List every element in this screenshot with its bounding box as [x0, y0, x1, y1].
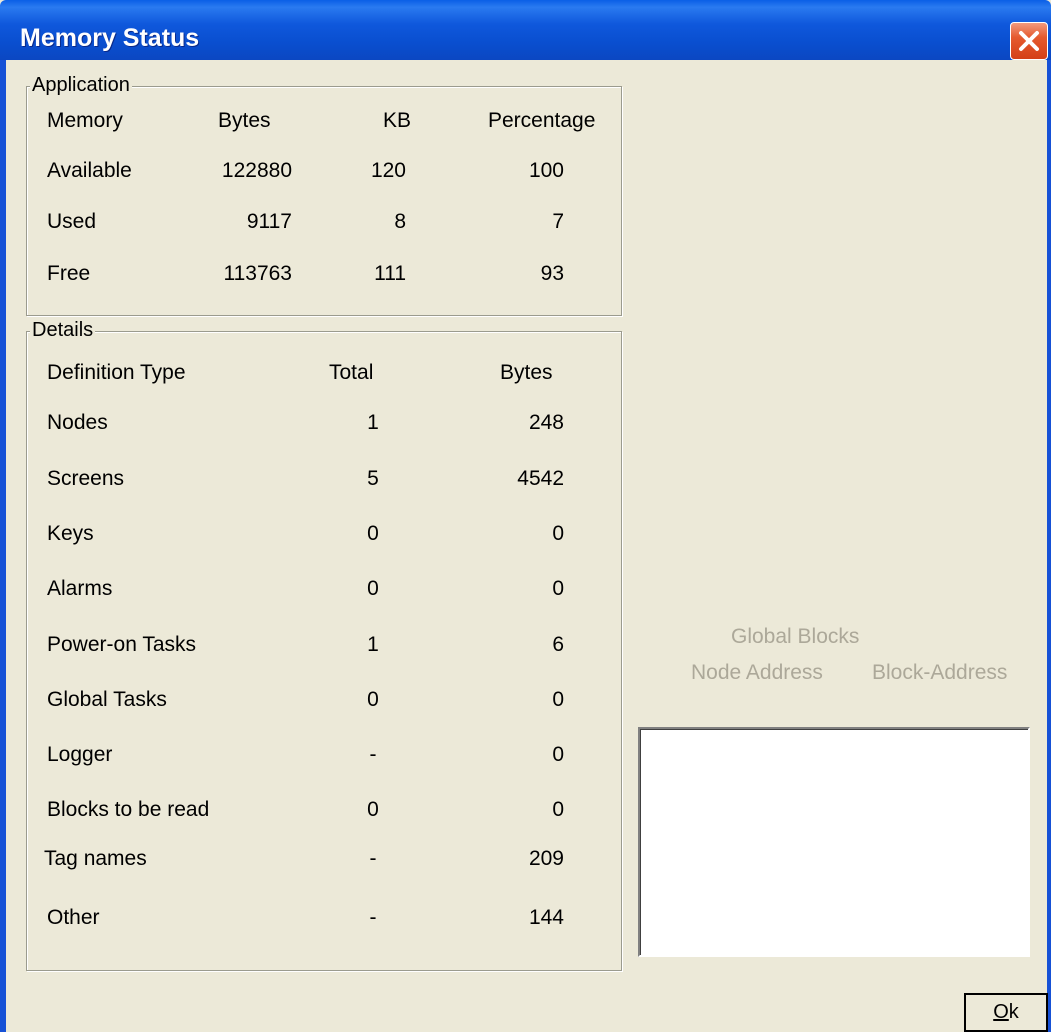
application-group-label: Application — [30, 74, 132, 96]
details-header-type: Definition Type — [47, 361, 186, 384]
app-header-percentage: Percentage — [488, 109, 596, 132]
app-row-percentage: 7 — [552, 210, 564, 233]
app-row-bytes: 9117 — [246, 210, 292, 233]
details-row-bytes: 4542 — [517, 467, 564, 490]
details-row-total: 0 — [367, 522, 379, 545]
details-header-bytes: Bytes — [500, 361, 553, 384]
details-row-type: Global Tasks — [47, 688, 167, 711]
details-row-bytes: 248 — [528, 411, 564, 434]
details-row-total: 0 — [367, 798, 379, 821]
details-group-label: Details — [30, 319, 96, 341]
details-row-type: Blocks to be read — [47, 798, 210, 821]
app-row-kb: 8 — [394, 210, 406, 233]
window-right-border — [1047, 60, 1051, 1032]
details-row-type: Keys — [47, 522, 94, 545]
app-header-kb: KB — [383, 109, 412, 132]
details-row-bytes: 6 — [552, 633, 564, 656]
details-row-type: Other — [47, 906, 100, 929]
memory-status-dialog: Memory Status Application Memory Bytes K… — [0, 0, 1051, 1032]
details-row-type: Tag names — [44, 847, 147, 870]
close-icon — [1019, 31, 1039, 51]
close-button[interactable] — [1010, 22, 1048, 60]
app-row-kb: 120 — [370, 159, 406, 182]
app-row-percentage: 93 — [540, 262, 564, 285]
details-row-total: 0 — [367, 577, 379, 600]
title-bar[interactable]: Memory Status — [0, 0, 1051, 60]
details-row-total: 1 — [367, 633, 379, 656]
details-row-type: Nodes — [47, 411, 108, 434]
ok-button-label: Ok — [993, 1001, 1019, 1023]
global-blocks-list[interactable] — [638, 727, 1030, 957]
details-row-bytes: 0 — [552, 577, 564, 600]
details-header-total: Total — [329, 361, 374, 384]
app-row-percentage: 100 — [528, 159, 564, 182]
details-row-total: - — [369, 906, 377, 929]
details-row-total: 5 — [367, 467, 379, 490]
app-row-kb: 111 — [374, 262, 406, 285]
app-row-name: Available — [47, 159, 132, 182]
details-row-bytes: 0 — [552, 798, 564, 821]
app-row-name: Used — [47, 210, 97, 233]
window-left-border — [0, 60, 6, 1032]
details-row-total: - — [369, 847, 377, 870]
global-blocks-title: Global Blocks — [731, 625, 860, 648]
details-row-total: 0 — [367, 688, 379, 711]
dialog-title: Memory Status — [20, 24, 200, 52]
details-row-type: Alarms — [47, 577, 113, 600]
ok-button[interactable]: Ok — [964, 993, 1048, 1032]
block-address-header: Block-Address — [872, 661, 1008, 684]
app-row-bytes: 122880 — [221, 159, 292, 182]
details-row-type: Power-on Tasks — [47, 633, 197, 656]
details-row-type: Screens — [47, 467, 125, 490]
details-row-bytes: 0 — [552, 522, 564, 545]
app-row-bytes: 113763 — [223, 262, 292, 285]
details-row-bytes: 0 — [552, 743, 564, 766]
node-address-header: Node Address — [691, 661, 823, 684]
details-row-bytes: 209 — [528, 847, 564, 870]
details-row-bytes: 0 — [552, 688, 564, 711]
details-row-bytes: 144 — [528, 906, 564, 929]
details-row-total: 1 — [367, 411, 379, 434]
app-row-name: Free — [47, 262, 91, 285]
details-row-type: Logger — [47, 743, 113, 766]
app-header-bytes: Bytes — [218, 109, 271, 132]
app-header-memory: Memory — [47, 109, 123, 132]
details-row-total: - — [369, 743, 377, 766]
